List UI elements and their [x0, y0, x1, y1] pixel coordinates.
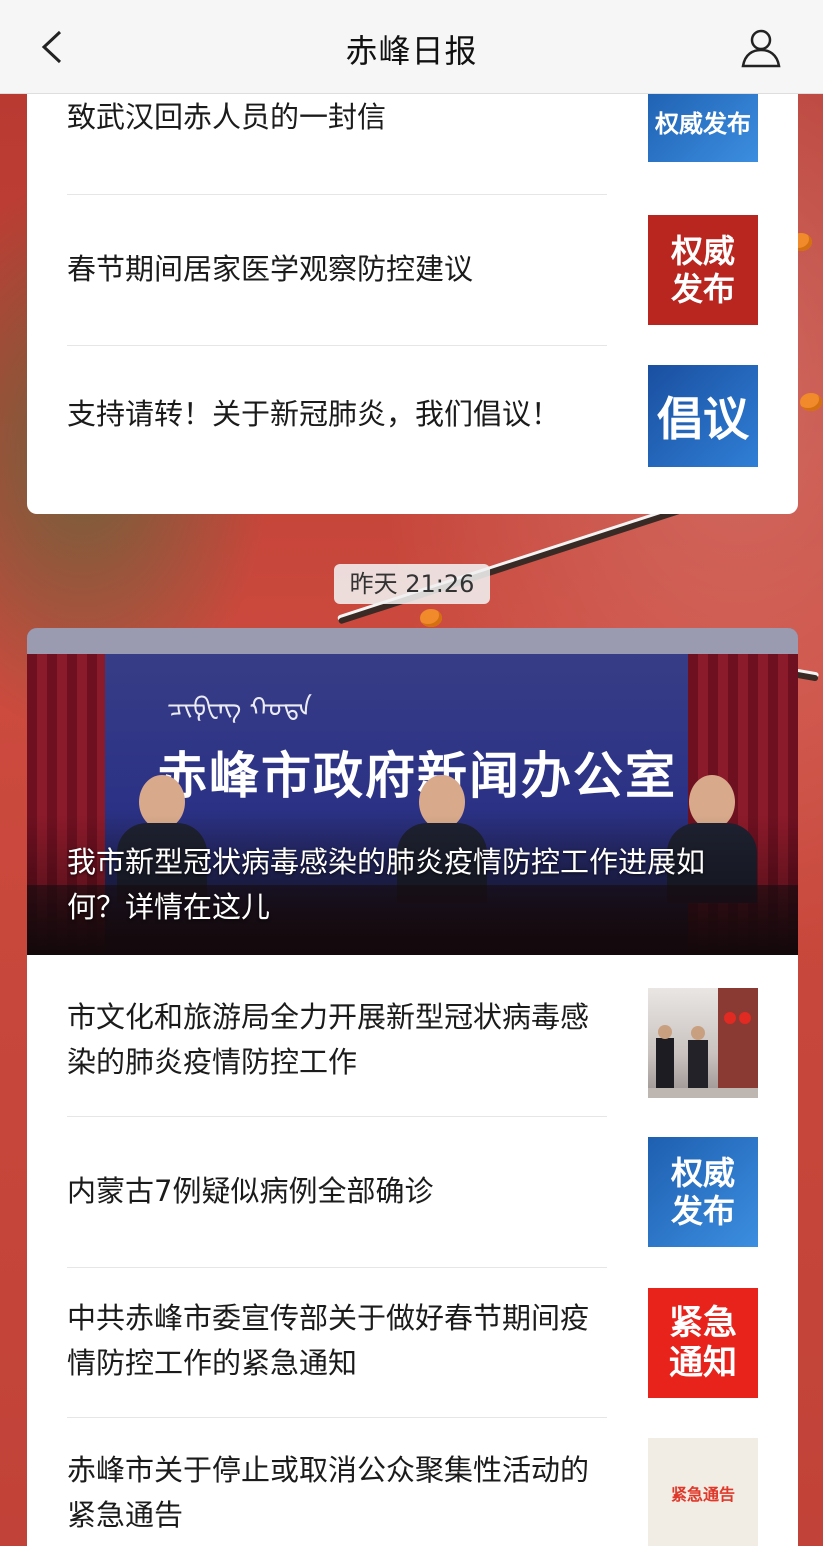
- article-thumbnail: 权威发布: [648, 1137, 758, 1247]
- thumbnail-text: 紧急通告: [670, 1485, 735, 1504]
- article-title: 内蒙古7例疑似病例全部确诊: [67, 1174, 434, 1208]
- thumbnail-text: 权威发布: [670, 232, 735, 308]
- article-thumbnail: 权威发布: [648, 215, 758, 325]
- article-thumbnail: [648, 988, 758, 1098]
- article-item[interactable]: 赤峰市关于停止或取消公众聚集性活动的紧急通告 紧急通告: [27, 1418, 798, 1546]
- persimmon: [800, 393, 822, 411]
- profile-icon[interactable]: [740, 28, 782, 68]
- article-item[interactable]: 中共赤峰市委宣传部关于做好春节期间疫情防控工作的紧急通知 紧急通知: [27, 1268, 798, 1418]
- article-thumbnail: 紧急通告: [648, 1438, 758, 1546]
- hero-caption: 我市新型冠状病毒感染的肺炎疫情防控工作进展如何？详情在这儿: [67, 845, 706, 924]
- article-title: 赤峰市关于停止或取消公众聚集性活动的紧急通告: [67, 1453, 590, 1532]
- photo-people-icon: [648, 988, 758, 1098]
- article-title: 春节期间居家医学观察防控建议: [67, 252, 474, 286]
- hero-article[interactable]: ᠴᠢᠹᠧᠩ ᠬᠣᠲᠠ 赤峰市政府新闻办公室 我市新型冠状病毒感染的肺炎疫情防控工…: [27, 628, 798, 955]
- article-group-card: 致武汉回赤人员的一封信 权威发布 春节期间居家医学观察防控建议 权威发布 支持请…: [27, 62, 798, 514]
- thumbnail-text: 倡议: [657, 392, 749, 446]
- article-title: 支持请转！关于新冠肺炎，我们倡议！: [67, 397, 561, 431]
- thumbnail-text: 权威发布: [655, 109, 751, 138]
- article-group-card: ᠴᠢᠹᠧᠩ ᠬᠣᠲᠠ 赤峰市政府新闻办公室 我市新型冠状病毒感染的肺炎疫情防控工…: [27, 628, 798, 1546]
- thumbnail-text: 权威发布: [670, 1154, 735, 1230]
- persimmon: [420, 609, 442, 627]
- nav-header: 赤峰日报: [0, 0, 823, 94]
- article-item[interactable]: 支持请转！关于新冠肺炎，我们倡议！ 倡议: [27, 346, 798, 496]
- article-thumbnail: 倡议: [648, 365, 758, 467]
- hero-ceiling: [27, 628, 798, 654]
- article-title: 市文化和旅游局全力开展新型冠状病毒感染的肺炎疫情防控工作: [67, 1000, 590, 1079]
- message-timestamp: 昨天 21:26: [334, 564, 490, 604]
- hero-mongolian-script: ᠴᠢᠹᠧᠩ ᠬᠣᠲᠠ: [167, 693, 312, 723]
- article-item[interactable]: 市文化和旅游局全力开展新型冠状病毒感染的肺炎疫情防控工作: [27, 955, 798, 1105]
- article-item[interactable]: 内蒙古7例疑似病例全部确诊 权威发布: [27, 1117, 798, 1267]
- thumbnail-text: 紧急通知: [669, 1303, 737, 1383]
- article-item[interactable]: 春节期间居家医学观察防控建议 权威发布: [27, 195, 798, 345]
- article-title: 中共赤峰市委宣传部关于做好春节期间疫情防控工作的紧急通知: [67, 1301, 590, 1380]
- article-title: 致武汉回赤人员的一封信: [67, 100, 387, 134]
- page-title: 赤峰日报: [345, 32, 478, 70]
- article-thumbnail: 紧急通知: [648, 1288, 758, 1398]
